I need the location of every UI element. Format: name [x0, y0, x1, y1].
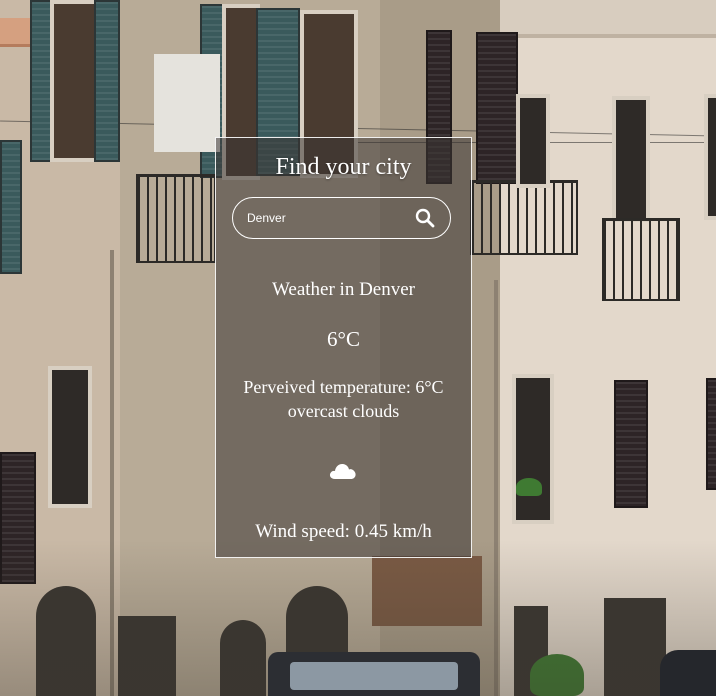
balcony — [470, 180, 578, 255]
window — [48, 366, 92, 508]
window — [612, 96, 650, 222]
search-icon — [415, 208, 435, 228]
search-box — [232, 197, 451, 239]
cornice — [500, 0, 716, 38]
shutter — [614, 380, 648, 508]
temperature: 6°C — [327, 327, 360, 351]
car — [660, 650, 716, 696]
window — [516, 94, 550, 188]
shutter — [0, 140, 22, 274]
card-title: Find your city — [275, 154, 412, 180]
balcony — [136, 174, 216, 263]
city-search-input[interactable] — [247, 207, 397, 229]
perceived-temperature: Perveived temperature: 6°C — [243, 377, 444, 397]
weather-location-title: Weather in Denver — [271, 279, 415, 300]
car-window — [290, 662, 458, 690]
weather-card: Find your city Weather in Denver 6°C Per… — [215, 137, 472, 558]
cloud-icon — [329, 463, 356, 479]
window — [704, 94, 716, 220]
shutter — [706, 378, 716, 490]
weather-description: overcast clouds — [287, 401, 400, 421]
balcony — [602, 218, 680, 301]
air-conditioner — [154, 54, 220, 152]
shutter — [94, 0, 120, 162]
wind-speed: Wind speed: 0.45 km/h — [255, 521, 432, 542]
search-button[interactable] — [414, 207, 436, 229]
window — [512, 374, 554, 524]
plant — [516, 478, 542, 496]
window — [50, 0, 98, 162]
shutter — [476, 32, 518, 184]
